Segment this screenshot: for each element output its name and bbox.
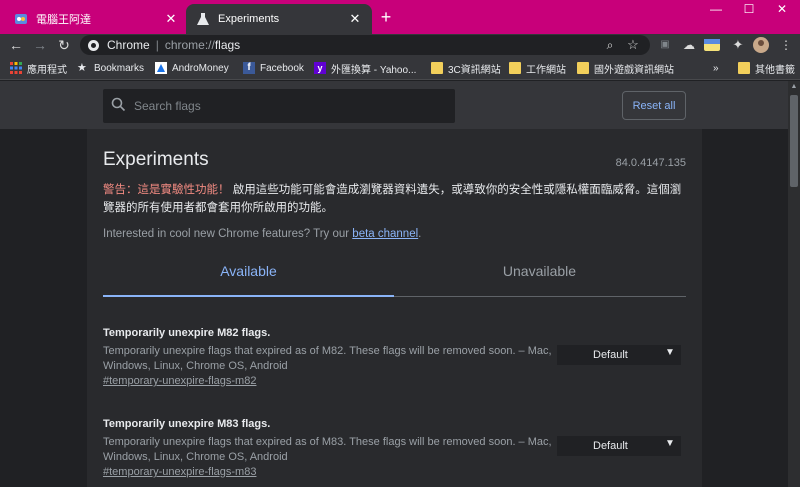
flag-entry: Temporarily unexpire M83 flags. Temporar… — [103, 418, 683, 478]
flag-name: Temporarily unexpire M82 flags. — [103, 327, 271, 339]
extension-shield-icon[interactable]: ▣ — [656, 36, 674, 54]
flag-entry: Temporarily unexpire M82 flags. Temporar… — [103, 327, 683, 387]
close-icon[interactable]: ✕ — [348, 11, 362, 27]
scrollbar[interactable]: ▲ — [788, 81, 800, 487]
folder-icon — [431, 62, 443, 74]
tab-strip: 電腦王阿達 ✕ Experiments ✕ + — ☐ ✕ — [0, 0, 800, 34]
beta-promo: Interested in cool new Chrome features? … — [103, 228, 421, 240]
page-title: Experiments — [103, 149, 209, 170]
bookmark-label: 工作網站 — [526, 64, 566, 76]
reload-icon[interactable]: ↻ — [55, 36, 73, 54]
page-content: Reset all Experiments 84.0.4147.135 警告：這… — [0, 81, 788, 487]
bookmarks-overflow-button[interactable]: » — [713, 60, 719, 76]
divider: | — [155, 38, 159, 52]
avatar[interactable] — [752, 36, 770, 54]
bookmark-star-icon[interactable]: ☆ — [624, 36, 642, 54]
bookmark-item[interactable]: f Facebook — [243, 60, 304, 76]
bookmark-label: 其他書籤 — [755, 64, 795, 76]
bookmark-label: 3C資訊網站 — [448, 64, 501, 76]
puzzle-icon[interactable]: ✦ — [729, 36, 747, 54]
bookmarks-bar: 應用程式 ★ Bookmarks AndroMoney f Facebook y… — [0, 56, 800, 80]
flask-icon — [196, 12, 210, 26]
toolbar: ← → ↻ Chrome | chrome:// flags ⌕ ☆ ▣ ☁ ✦… — [0, 34, 800, 56]
bookmark-label: 外匯換算 - Yahoo... — [331, 64, 417, 76]
bookmark-folder-other[interactable]: 其他書籤 — [738, 60, 795, 76]
site-label: Chrome — [107, 38, 150, 52]
bookmark-label: AndroMoney — [172, 62, 229, 74]
apps-grid-icon — [10, 62, 22, 74]
bookmark-item[interactable]: ★ Bookmarks — [77, 60, 144, 76]
bookmark-apps[interactable]: 應用程式 — [10, 60, 67, 76]
zoom-icon[interactable]: ⌕ — [601, 36, 619, 54]
andromoney-icon — [155, 62, 167, 74]
flag-select[interactable]: Default — [557, 436, 681, 456]
tab-title: Experiments — [218, 13, 280, 25]
flags-tabs: Available Unavailable — [103, 257, 686, 297]
bookmark-label: Facebook — [260, 62, 304, 74]
star-icon: ★ — [77, 62, 87, 74]
version-label: 84.0.4147.135 — [615, 157, 686, 169]
beta-promo-end: . — [418, 228, 422, 240]
chrome-icon — [88, 39, 99, 51]
bookmark-item[interactable]: AndroMoney — [155, 60, 229, 76]
beta-promo-text: Interested in cool new Chrome features? … — [103, 228, 353, 240]
tab-title: 電腦王阿達 — [36, 14, 91, 26]
flag-permalink[interactable]: #temporary-unexpire-flags-m82 — [103, 375, 256, 387]
site-favicon-icon — [14, 12, 28, 26]
maximize-button[interactable]: ☐ — [733, 0, 765, 18]
bookmark-folder[interactable]: 工作網站 — [509, 60, 566, 76]
tab-experiments[interactable]: Experiments ✕ — [186, 4, 372, 34]
cloud-icon[interactable]: ☁ — [680, 36, 698, 54]
bookmark-label: 應用程式 — [27, 64, 67, 76]
new-tab-button[interactable]: + — [377, 7, 395, 27]
flag-select[interactable]: Default — [557, 345, 681, 365]
bookmark-label: Bookmarks — [94, 62, 145, 74]
scrollbar-thumb[interactable] — [790, 95, 798, 187]
search-input[interactable] — [134, 99, 434, 113]
yahoo-icon: y — [314, 62, 326, 74]
active-tab-indicator — [103, 295, 394, 297]
flag-description: Temporarily unexpire flags that expired … — [103, 345, 552, 372]
folder-icon — [509, 62, 521, 74]
extension-badge-icon[interactable] — [703, 36, 721, 54]
url-scheme: chrome:// — [164, 38, 215, 52]
search-field[interactable] — [103, 89, 455, 123]
window-close-button[interactable]: ✕ — [766, 0, 798, 18]
folder-icon — [738, 62, 750, 74]
search-icon — [111, 97, 126, 115]
facebook-icon: f — [243, 62, 255, 74]
bookmark-folder[interactable]: 國外遊戲資訊網站 — [577, 60, 674, 76]
close-icon[interactable]: ✕ — [164, 11, 178, 27]
forward-icon[interactable]: → — [31, 36, 49, 54]
address-bar[interactable]: Chrome | chrome:// flags — [80, 35, 650, 55]
back-icon[interactable]: ← — [7, 36, 25, 54]
reset-all-button[interactable]: Reset all — [622, 91, 686, 120]
minimize-button[interactable]: — — [700, 0, 732, 18]
bookmark-folder[interactable]: 3C資訊網站 — [431, 60, 501, 76]
tab-unavailable[interactable]: Unavailable — [394, 263, 685, 279]
beta-channel-link[interactable]: beta channel — [352, 228, 418, 240]
tab-available[interactable]: Available — [103, 263, 394, 279]
flag-name: Temporarily unexpire M83 flags. — [103, 418, 271, 430]
bookmark-label: 國外遊戲資訊網站 — [594, 64, 674, 76]
flag-permalink[interactable]: #temporary-unexpire-flags-m83 — [103, 466, 256, 478]
flag-description: Temporarily unexpire flags that expired … — [103, 436, 552, 463]
experiments-panel: Experiments 84.0.4147.135 警告：這是實驗性功能！ 啟用… — [87, 129, 702, 487]
warning-message: 警告：這是實驗性功能！ 啟用這些功能可能會造成瀏覽器資料遺失，或導致你的安全性或… — [103, 181, 687, 217]
warning-label: 警告：這是實驗性功能！ — [103, 184, 230, 196]
search-header: Reset all — [0, 81, 788, 129]
folder-icon — [577, 62, 589, 74]
scroll-up-icon[interactable]: ▲ — [788, 81, 800, 93]
tab-site[interactable]: 電腦王阿達 ✕ — [6, 4, 186, 34]
bookmark-item[interactable]: y 外匯換算 - Yahoo... — [314, 60, 416, 76]
menu-icon[interactable]: ⋮ — [777, 36, 795, 54]
url-path: flags — [214, 38, 241, 52]
